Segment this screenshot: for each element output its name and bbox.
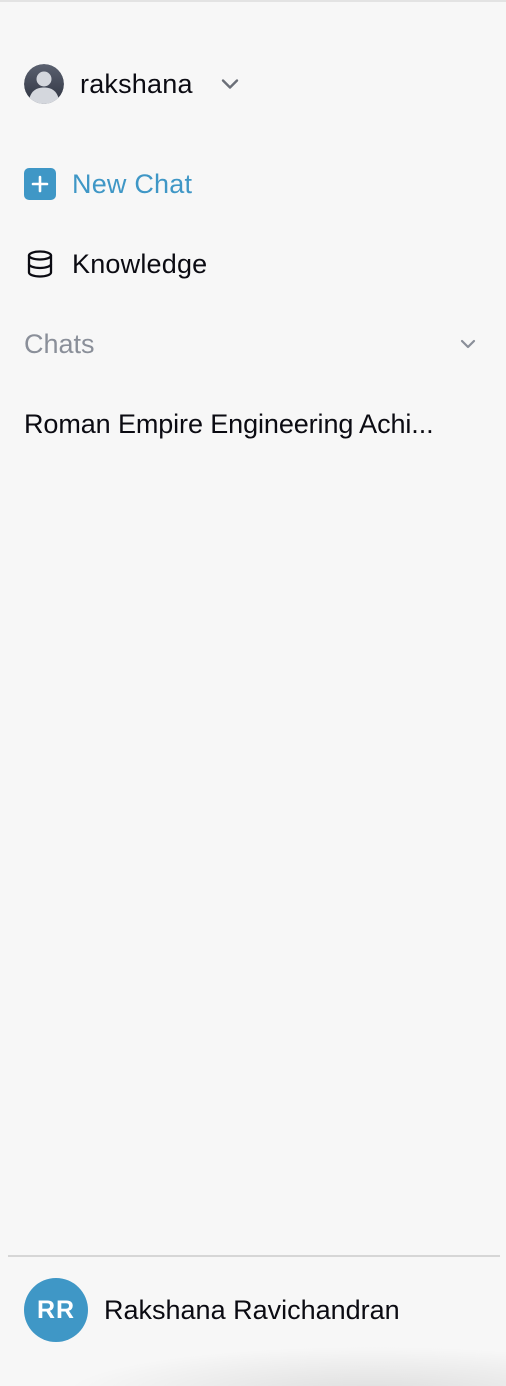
knowledge-label: Knowledge bbox=[72, 248, 208, 279]
chevron-down-icon[interactable] bbox=[458, 334, 478, 354]
plus-icon bbox=[24, 168, 56, 200]
chat-list-item[interactable]: Roman Empire Engineering Achi... bbox=[24, 404, 484, 444]
sidebar: rakshana New Chat Knowledge Chats Roman … bbox=[0, 0, 506, 1386]
chats-section-label: Chats bbox=[24, 328, 95, 359]
new-chat-button[interactable]: New Chat bbox=[24, 164, 192, 204]
divider bbox=[8, 1255, 500, 1257]
database-icon bbox=[24, 248, 56, 280]
default-user-avatar-icon bbox=[24, 64, 64, 104]
chevron-down-icon[interactable] bbox=[219, 73, 241, 95]
avatar: RR bbox=[24, 1278, 88, 1342]
chat-title: Roman Empire Engineering Achi... bbox=[24, 408, 434, 439]
knowledge-nav-item[interactable]: Knowledge bbox=[24, 244, 207, 284]
chats-section-header[interactable]: Chats bbox=[24, 324, 478, 364]
workspace-switcher[interactable]: rakshana bbox=[24, 62, 241, 106]
workspace-name: rakshana bbox=[80, 68, 193, 99]
bottom-shadow bbox=[60, 1346, 506, 1386]
new-chat-label: New Chat bbox=[72, 168, 193, 199]
user-name: Rakshana Ravichandran bbox=[104, 1294, 400, 1325]
user-profile-button[interactable]: RR Rakshana Ravichandran bbox=[24, 1278, 400, 1342]
